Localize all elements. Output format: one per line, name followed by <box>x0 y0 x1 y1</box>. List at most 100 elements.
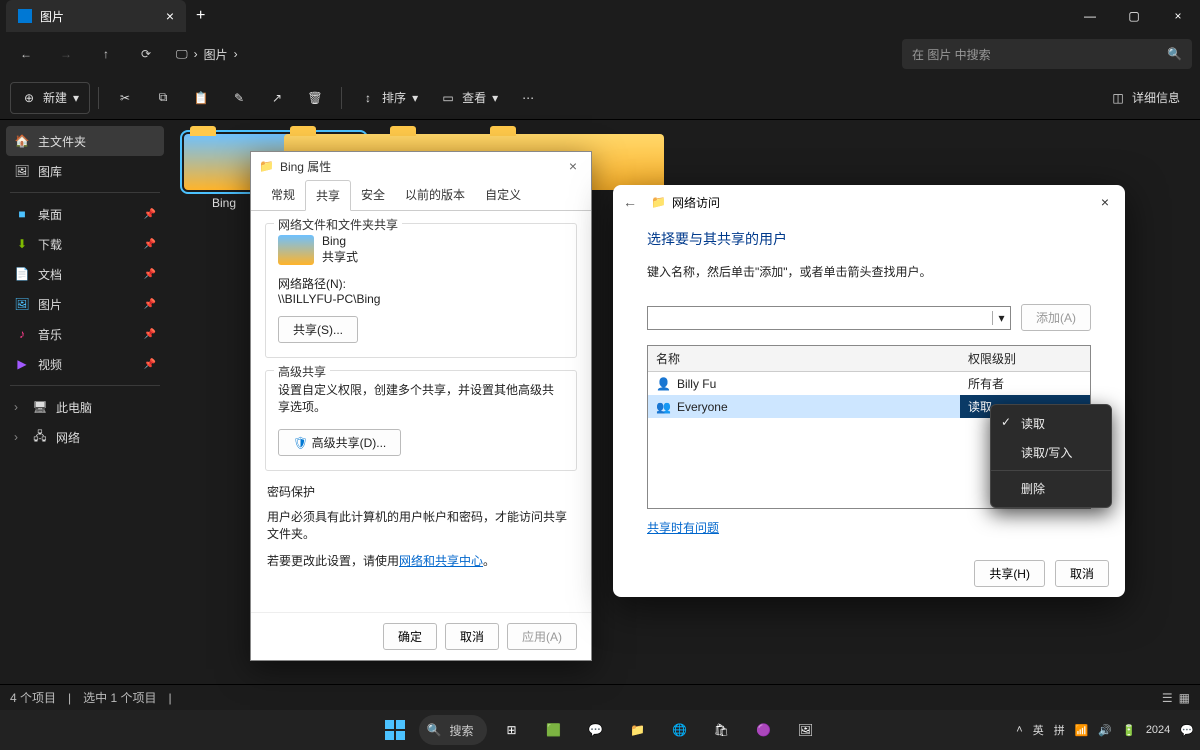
sidebar-item-network[interactable]: ›🖧网络 <box>6 422 164 452</box>
network-center-link[interactable]: 网络和共享中心 <box>399 554 483 568</box>
gallery-icon: 🖼 <box>14 164 30 178</box>
share-heading: 选择要与其共享的用户 <box>647 229 1091 249</box>
taskbar-app[interactable]: 🟣 <box>745 712 781 748</box>
tab-sharing[interactable]: 共享 <box>305 180 351 211</box>
breadcrumb[interactable]: 🖵› 图片› <box>176 46 238 63</box>
sidebar-item-documents[interactable]: 📄文档📌 <box>6 259 164 289</box>
sort-icon: ↕ <box>360 91 376 105</box>
advanced-sharing-button[interactable]: 🛡 高级共享(D)... <box>278 429 401 456</box>
share-button[interactable]: ↗ <box>259 82 295 114</box>
details-pane-button[interactable]: ◫详细信息 <box>1100 82 1190 114</box>
close-tab-icon[interactable]: × <box>166 8 174 24</box>
task-view-button[interactable]: ⊞ <box>493 712 529 748</box>
nav-up-button[interactable]: ↑ <box>88 38 124 70</box>
tab-customize[interactable]: 自定义 <box>475 180 531 210</box>
tab-security[interactable]: 安全 <box>351 180 395 210</box>
maximize-button[interactable]: ▢ <box>1112 0 1156 32</box>
close-button[interactable]: × <box>563 156 583 176</box>
cut-button[interactable]: ✂ <box>107 82 143 114</box>
pc-icon: 🖥 <box>32 400 48 414</box>
cancel-button[interactable]: 取消 <box>1055 560 1109 587</box>
more-button[interactable]: ⋯ <box>510 82 546 114</box>
nav-back-button[interactable]: ← <box>8 38 44 70</box>
taskbar-search[interactable]: 🔍搜索 <box>419 715 488 745</box>
cancel-button[interactable]: 取消 <box>445 623 499 650</box>
pin-icon[interactable]: 📌 <box>144 209 156 220</box>
advanced-text: 设置自定义权限，创建多个共享，并设置其他高级共享选项。 <box>278 381 564 415</box>
view-button[interactable]: ▭查看▾ <box>430 82 508 114</box>
nav-refresh-button[interactable]: ⟳ <box>128 38 164 70</box>
details-view-icon[interactable]: ☰ <box>1162 691 1173 705</box>
group-label: 高级共享 <box>274 363 330 380</box>
taskbar-explorer[interactable]: 📁 <box>619 712 655 748</box>
sidebar-item-home[interactable]: 🏠主文件夹 <box>6 126 164 156</box>
col-permission[interactable]: 权限级别 <box>960 346 1090 371</box>
menu-item-readwrite[interactable]: 读取/写入 <box>991 438 1111 467</box>
ime-lang[interactable]: 英 <box>1033 722 1044 738</box>
close-window-button[interactable]: × <box>1156 0 1200 32</box>
chevron-down-icon[interactable]: ▾ <box>992 311 1010 325</box>
pin-icon[interactable]: 📌 <box>144 269 156 280</box>
trash-icon: 🗑 <box>307 91 323 105</box>
pin-icon[interactable]: 📌 <box>144 239 156 250</box>
col-name[interactable]: 名称 <box>648 346 960 371</box>
add-tab-button[interactable]: + <box>186 7 215 25</box>
thumbnails-view-icon[interactable]: ▦ <box>1179 691 1190 705</box>
window-tab[interactable]: 图片 × <box>6 0 186 32</box>
ime-mode[interactable]: 拼 <box>1054 722 1065 738</box>
menu-item-read[interactable]: 读取 <box>991 409 1111 438</box>
sidebar-item-desktop[interactable]: ■桌面📌 <box>6 199 164 229</box>
taskbar-store[interactable]: 🛍 <box>703 712 739 748</box>
notifications-icon[interactable]: 💬 <box>1180 724 1194 737</box>
properties-titlebar[interactable]: 📁 Bing 属性 × <box>251 152 591 180</box>
search-input[interactable]: 在 图片 中搜索 🔍 <box>902 39 1192 69</box>
breadcrumb-seg[interactable]: 图片 <box>204 46 228 63</box>
menu-item-remove[interactable]: 删除 <box>991 474 1111 503</box>
table-row[interactable]: 👤Billy Fu 所有者 <box>648 372 1090 395</box>
share-trouble-link[interactable]: 共享时有问题 <box>647 521 719 535</box>
copy-button[interactable]: ⧉ <box>145 82 181 114</box>
pin-icon[interactable]: 📌 <box>144 359 156 370</box>
panel-icon: ◫ <box>1110 91 1126 105</box>
taskbar-app[interactable]: 🟩 <box>535 712 571 748</box>
minimize-button[interactable]: — <box>1068 0 1112 32</box>
chevron-down-icon: ▾ <box>412 91 418 105</box>
share-button[interactable]: 共享(S)... <box>278 316 358 343</box>
paste-button[interactable]: 📋 <box>183 82 219 114</box>
pictures-icon: 🖼 <box>14 297 30 311</box>
properties-dialog: 📁 Bing 属性 × 常规 共享 安全 以前的版本 自定义 网络文件和文件夹共… <box>250 151 592 661</box>
ok-button[interactable]: 确定 <box>383 623 437 650</box>
start-button[interactable] <box>377 712 413 748</box>
battery-icon[interactable]: 🔋 <box>1122 724 1136 737</box>
close-button[interactable]: × <box>1095 192 1115 212</box>
nav-forward-button: → <box>48 38 84 70</box>
wifi-icon[interactable]: 📶 <box>1075 724 1089 737</box>
share-state: 共享式 <box>322 248 358 265</box>
music-icon: ♪ <box>14 327 30 341</box>
taskbar-app[interactable]: 💬 <box>577 712 613 748</box>
tab-previous-versions[interactable]: 以前的版本 <box>395 180 475 210</box>
taskbar-app[interactable]: 🖼 <box>787 712 823 748</box>
add-button: 添加(A) <box>1021 304 1091 331</box>
new-button[interactable]: ⊕新建▾ <box>10 82 90 114</box>
pin-icon[interactable]: 📌 <box>144 299 156 310</box>
back-button[interactable]: ← <box>623 194 637 210</box>
sidebar-item-downloads[interactable]: ⬇下载📌 <box>6 229 164 259</box>
sidebar-item-thispc[interactable]: ›🖥此电脑 <box>6 392 164 422</box>
delete-button[interactable]: 🗑 <box>297 82 333 114</box>
share-confirm-button[interactable]: 共享(H) <box>974 560 1045 587</box>
pin-icon[interactable]: 📌 <box>144 329 156 340</box>
share-dialog-titlebar[interactable]: ← 📁 网络访问 × <box>613 185 1125 219</box>
volume-icon[interactable]: 🔊 <box>1098 724 1112 737</box>
user-combobox[interactable]: ▾ <box>647 306 1011 330</box>
tab-general[interactable]: 常规 <box>261 180 305 210</box>
tray-clock[interactable]: 2024 <box>1146 724 1170 736</box>
sidebar-item-videos[interactable]: ▶视频📌 <box>6 349 164 379</box>
sidebar-item-gallery[interactable]: 🖼图库 <box>6 156 164 186</box>
sort-button[interactable]: ↕排序▾ <box>350 82 428 114</box>
taskbar-edge[interactable]: 🌐 <box>661 712 697 748</box>
sidebar-item-pictures[interactable]: 🖼图片📌 <box>6 289 164 319</box>
rename-button[interactable]: ✎ <box>221 82 257 114</box>
sidebar-item-music[interactable]: ♪音乐📌 <box>6 319 164 349</box>
tray-chevron-icon[interactable]: ˄ <box>1016 724 1022 736</box>
